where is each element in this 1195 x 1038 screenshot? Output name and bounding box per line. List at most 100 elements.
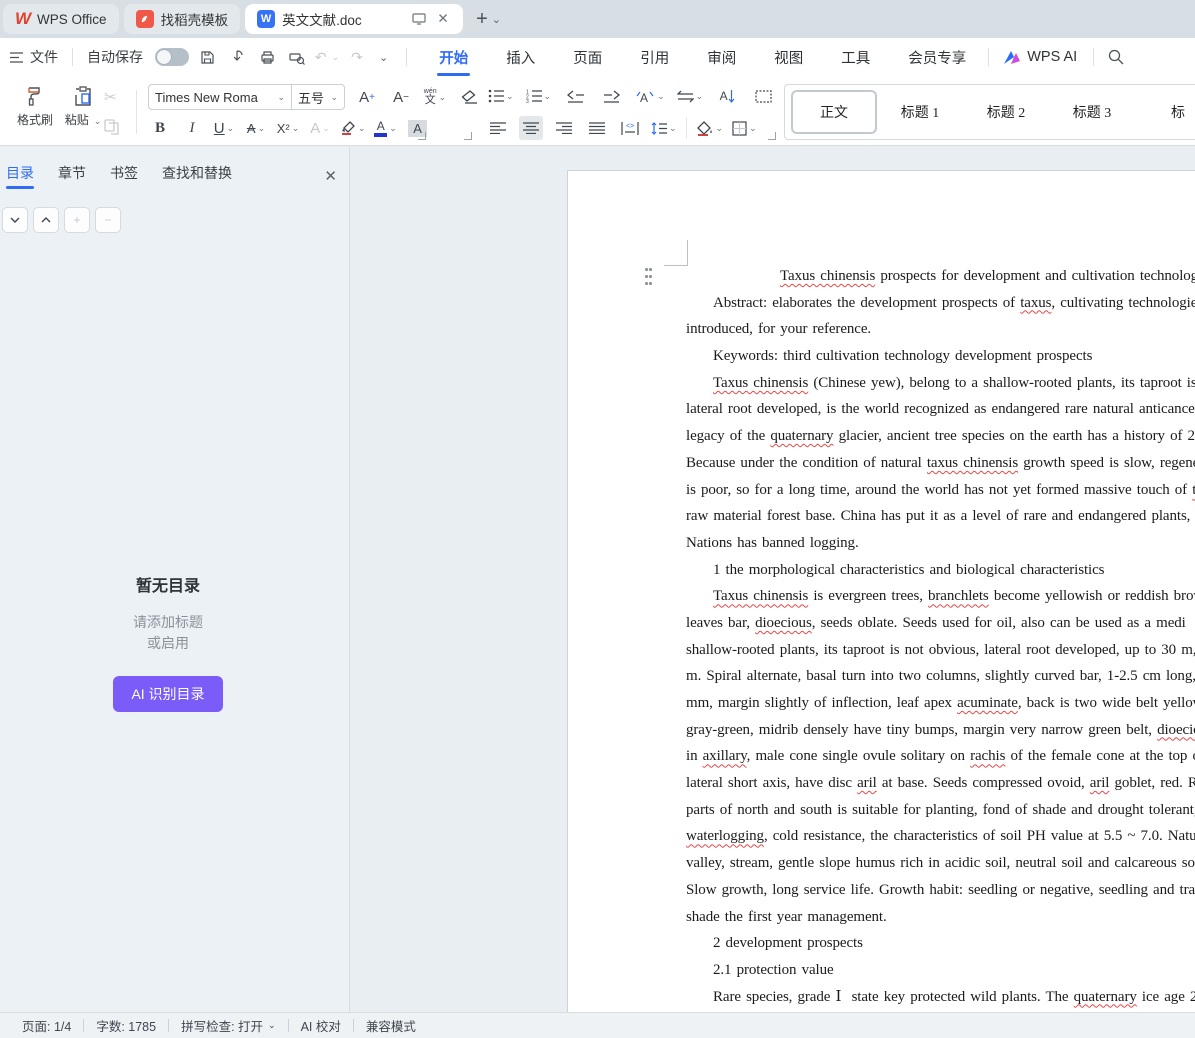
paragraph-dialog-launcher[interactable] <box>768 132 776 140</box>
shrink-font-button[interactable]: A − <box>389 85 413 109</box>
svg-text:A: A <box>640 91 648 104</box>
font-dialog-launcher[interactable] <box>418 132 426 140</box>
sort-button[interactable]: A <box>715 84 739 108</box>
ribbon-tab-6[interactable]: 工具 <box>839 39 872 76</box>
doc-line-2: introduced, for your reference. <box>686 321 872 338</box>
undo-icon[interactable]: ↶ ⌄ <box>315 49 339 65</box>
file-menu[interactable]: 文件 <box>24 47 64 67</box>
two-way-arrow-button[interactable]: ⌄ <box>676 84 703 108</box>
increase-indent-button[interactable] <box>599 84 623 108</box>
sidebar-tab-0[interactable]: 目录 <box>6 163 34 189</box>
ribbon-tab-3[interactable]: 引用 <box>638 39 671 76</box>
status-item-0[interactable]: 页面: 1/4 <box>10 1016 83 1035</box>
style-item-2[interactable]: 标题 2 <box>963 90 1049 134</box>
justify-button[interactable] <box>585 116 609 140</box>
outline-expand-button[interactable] <box>33 207 59 233</box>
ribbon-tab-0[interactable]: 开始 <box>437 39 471 76</box>
status-item-2[interactable]: 拼写检查: 打开 ⌄ <box>169 1016 288 1035</box>
highlight-button[interactable]: ⌄ <box>340 116 366 140</box>
outline-minus-button[interactable]: − <box>95 207 121 233</box>
clear-format-button[interactable] <box>457 85 481 109</box>
style-item-0[interactable]: 正文 <box>791 90 877 134</box>
doc-line-14: shallow-rooted plants, its taproot is no… <box>686 641 1195 658</box>
sidebar-tab-3[interactable]: 查找和替换 <box>162 163 232 189</box>
shading-button[interactable]: ⌄ <box>696 116 723 140</box>
ribbon-tab-5[interactable]: 视图 <box>772 39 805 76</box>
paragraph-drag-handle[interactable] <box>645 268 657 289</box>
tab-list-chevron-icon[interactable]: ⌄ <box>492 13 501 26</box>
save-icon[interactable] <box>199 49 215 65</box>
document-page[interactable]: Taxus chinensis prospects for developmen… <box>567 170 1195 1012</box>
style-item-4[interactable]: 标 <box>1135 90 1195 134</box>
style-item-3[interactable]: 标题 3 <box>1049 90 1135 134</box>
status-item-3[interactable]: AI 校对 <box>289 1016 353 1035</box>
sort-arrow-icon <box>728 89 735 103</box>
ribbon-tab-1[interactable]: 插入 <box>504 39 537 76</box>
tab-wps-office-label: WPS Office <box>37 11 107 27</box>
clipboard-dialog-launcher[interactable] <box>464 132 472 140</box>
font-size-combo[interactable]: 五号 ⌄ <box>292 85 344 109</box>
numbered-list-button[interactable]: 123 ⌄ <box>526 84 552 108</box>
align-left-button[interactable] <box>486 116 510 140</box>
tab-docer-templates[interactable]: 找稻壳模板 <box>123 4 241 34</box>
line-spacing-button[interactable]: ⌄ <box>651 116 677 140</box>
ribbon-tab-2[interactable]: 页面 <box>571 39 604 76</box>
tab-wps-office[interactable]: W WPS Office <box>3 4 119 34</box>
doc-line-11: 1 the morphological characteristics and … <box>713 561 1105 578</box>
sidebar-tab-1[interactable]: 章节 <box>58 163 86 189</box>
new-tab-button[interactable]: + <box>476 8 488 31</box>
page-margin-button[interactable] <box>751 84 775 108</box>
italic-button[interactable]: I <box>180 116 204 140</box>
font-color-button[interactable]: A ⌄ <box>374 116 398 140</box>
paste-button[interactable]: 粘贴 ⌄ <box>60 84 106 128</box>
grow-font-button[interactable]: A + <box>355 85 379 109</box>
screen-share-icon[interactable] <box>411 11 427 27</box>
hamburger-menu-icon[interactable] <box>8 49 24 65</box>
bullet-list-button[interactable]: ⌄ <box>488 84 514 108</box>
document-canvas[interactable]: Taxus chinensis prospects for developmen… <box>351 147 1195 1012</box>
underline-button[interactable]: U ⌄ <box>212 116 236 140</box>
autosave-toggle[interactable] <box>155 48 189 66</box>
sidebar-tab-2[interactable]: 书签 <box>110 163 138 189</box>
superscript-button[interactable]: X² ⌄ <box>276 116 300 140</box>
outline-plus-button[interactable]: + <box>64 207 90 233</box>
ribbon-tab-7[interactable]: 会员专享 <box>906 39 968 76</box>
search-icon[interactable] <box>1108 49 1124 65</box>
format-painter-button[interactable]: 格式刷 <box>12 84 58 128</box>
phonetic-guide-button[interactable]: wén 文 ⌄ <box>423 85 447 109</box>
print-icon[interactable] <box>259 49 275 65</box>
text-effects-button[interactable]: A ⌄ <box>308 116 332 140</box>
align-center-button[interactable] <box>519 116 543 140</box>
strikethrough-button[interactable]: A ⌄ <box>244 116 268 140</box>
status-item-4[interactable]: 兼容模式 <box>354 1016 428 1035</box>
redo-icon[interactable]: ↷ <box>349 49 365 65</box>
style-item-1[interactable]: 标题 1 <box>877 90 963 134</box>
ribbon-tab-4[interactable]: 审阅 <box>705 39 738 76</box>
ai-recognize-toc-button[interactable]: AI 识别目录 <box>113 676 223 712</box>
increase-indent-icon <box>603 89 620 103</box>
borders-button[interactable]: ⌄ <box>732 116 757 140</box>
copy-button[interactable] <box>104 116 119 138</box>
status-item-1[interactable]: 字数: 1785 <box>84 1016 168 1035</box>
doc-line-5: lateral root developed, is the world rec… <box>686 401 1195 418</box>
doc-line-4: Taxus chinensis (Chinese yew), belong to… <box>713 374 1195 391</box>
bold-button[interactable]: B <box>148 116 172 140</box>
outline-collapse-button[interactable] <box>2 207 28 233</box>
sidebar-close-icon[interactable]: ✕ <box>324 167 337 185</box>
distribute-button[interactable]: <> <box>618 116 642 140</box>
cut-button[interactable]: ✂ <box>104 86 117 108</box>
document-text[interactable]: Taxus chinensis prospects for developmen… <box>686 263 1195 1010</box>
font-family-combo[interactable]: Times New Roma ⌄ 五号 ⌄ <box>148 84 345 110</box>
output-icon[interactable] <box>229 49 245 65</box>
close-tab-icon[interactable]: ✕ <box>435 11 451 27</box>
tab-document[interactable]: W 英文文献.doc ✕ <box>245 4 464 34</box>
quick-access-chevron-icon[interactable]: ⌄ <box>379 51 388 64</box>
text-direction-button[interactable]: A ⌄ <box>635 84 665 108</box>
toc-empty-title: 暂无目录 <box>135 578 200 595</box>
wps-ai-menu[interactable]: WPS AI <box>1003 49 1077 65</box>
font-size-value: 五号 <box>298 90 325 106</box>
decrease-indent-button[interactable] <box>563 84 587 108</box>
align-right-icon <box>556 122 572 134</box>
align-right-button[interactable] <box>552 116 576 140</box>
print-preview-icon[interactable] <box>289 49 305 65</box>
